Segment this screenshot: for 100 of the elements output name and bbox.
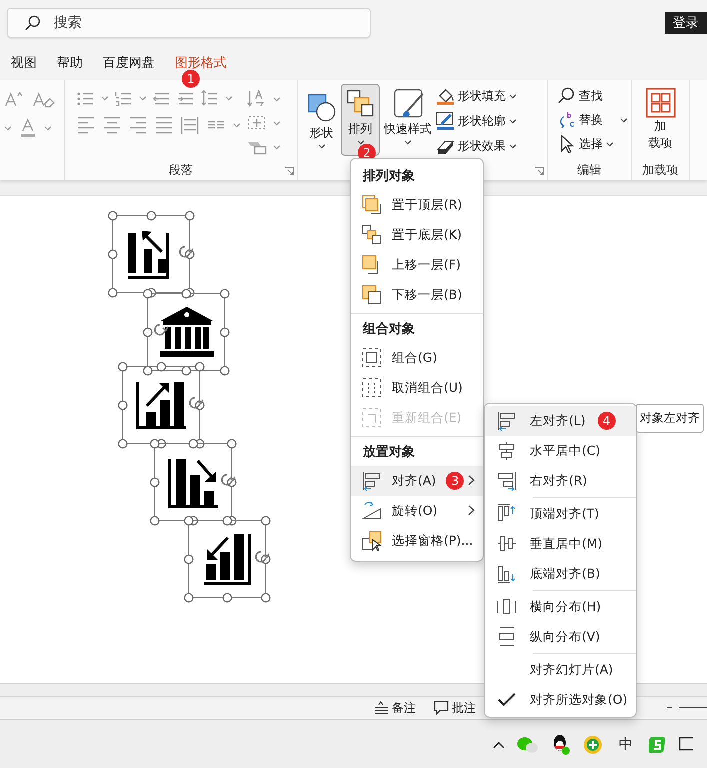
ribbon-button[interactable]: 形状效果: [436, 136, 517, 157]
s-logo-icon[interactable]: [649, 736, 667, 754]
caret-icon[interactable]: [225, 96, 233, 100]
menu-item[interactable]: 组合(G): [351, 343, 483, 373]
numbered-list-icon[interactable]: [115, 90, 133, 106]
menu-item[interactable]: 顶端对齐(T): [485, 499, 636, 529]
caret-icon[interactable]: [273, 144, 281, 150]
distributed-icon[interactable]: [181, 116, 199, 135]
caret-icon[interactable]: [139, 96, 147, 100]
bullet-list-icon[interactable]: [77, 90, 95, 106]
selection-frame[interactable]: [143, 289, 230, 376]
align-left-icon[interactable]: [77, 116, 95, 135]
menu-item[interactable]: 置于底层(K): [351, 220, 483, 250]
status-button[interactable]: 批注: [434, 700, 476, 716]
chat-bubbles-icon[interactable]: [517, 736, 539, 754]
caret-icon: [620, 118, 628, 122]
menu-section-header: 组合对象: [362, 321, 416, 339]
caret-icon: [509, 119, 517, 124]
align-center-icon[interactable]: [103, 116, 121, 135]
caret-icon: [356, 140, 364, 145]
menu-item[interactable]: 取消组合(U): [351, 373, 483, 403]
caret-icon[interactable]: [4, 126, 12, 130]
search-icon: [558, 87, 576, 105]
rotate-handle-icon[interactable]: [220, 473, 236, 487]
selection-pane-icon: [362, 531, 382, 551]
align-left-icon: [362, 471, 382, 491]
menu-item[interactable]: 横向分布(H): [485, 592, 636, 622]
align-right-icon[interactable]: [129, 116, 147, 135]
menu-tab[interactable]: 百度网盘: [96, 50, 162, 76]
search-icon: [25, 14, 41, 30]
menu-item[interactable]: 左对齐(L) 4: [485, 406, 636, 436]
ribbon-button[interactable]: 排列 2: [341, 84, 380, 156]
dialog-launcher-icon[interactable]: [285, 167, 294, 176]
selection-frame[interactable]: [118, 362, 205, 449]
step-badge: 1: [182, 70, 200, 88]
menu-item[interactable]: 右对齐(R): [485, 466, 636, 496]
input-method-indicator[interactable]: 中: [615, 736, 637, 754]
align-middle-icon: [497, 534, 517, 554]
menu-tab[interactable]: 视图: [4, 50, 44, 76]
monitor-icon[interactable]: [679, 736, 693, 754]
rotate-icon: [362, 501, 382, 521]
caret-icon[interactable]: [273, 120, 281, 126]
ribbon-button[interactable]: 形状: [302, 88, 341, 160]
scale-line-drawing: [667, 705, 707, 711]
ribbon-button[interactable]: 查找: [558, 86, 628, 106]
line-spacing-icon[interactable]: [201, 90, 219, 106]
plus-badge-icon[interactable]: [583, 734, 603, 754]
outline-icon: [436, 112, 455, 131]
rotate-handle-icon[interactable]: [188, 396, 204, 410]
caret-icon[interactable]: [233, 123, 241, 128]
rotate-handle-icon[interactable]: [178, 245, 194, 259]
menu-item[interactable]: 底端对齐(B): [485, 559, 636, 589]
distribute-vertical-icon: [497, 627, 517, 647]
shape-icon: [306, 92, 337, 123]
tooltip: 对象左对齐: [636, 404, 704, 433]
menu-item[interactable]: 旋转(O): [351, 496, 483, 526]
send-back-icon: [362, 225, 382, 245]
ribbon-button[interactable]: 形状填充: [436, 86, 517, 107]
text-direction-icon[interactable]: [247, 90, 267, 108]
penguin-icon[interactable]: [551, 734, 571, 756]
rotate-handle-icon[interactable]: [153, 323, 169, 337]
font-color-icon[interactable]: [18, 118, 38, 138]
caret-icon[interactable]: [273, 96, 281, 102]
caret-icon[interactable]: [44, 126, 52, 130]
menu-item[interactable]: 下移一层(B): [351, 280, 483, 310]
menu-item[interactable]: 上移一层(F): [351, 250, 483, 280]
status-button[interactable]: 备注: [374, 700, 416, 716]
menu-item[interactable]: 垂直居中(M): [485, 529, 636, 559]
rotate-handle-icon[interactable]: [254, 550, 270, 564]
justify-icon[interactable]: [155, 116, 173, 135]
menu-item[interactable]: 对齐(A) 3: [351, 466, 483, 496]
menu-item[interactable]: 纵向分布(V): [485, 622, 636, 652]
step-badge: 3: [446, 472, 464, 490]
add-ins-button[interactable]: 加 载项: [642, 84, 680, 156]
menu-item[interactable]: 选择窗格(P)...: [351, 526, 483, 556]
ribbon-button[interactable]: 替换: [558, 110, 628, 130]
search-field[interactable]: 搜索: [7, 8, 371, 38]
menu-item[interactable]: 置于顶层(R): [351, 190, 483, 220]
menu-item[interactable]: 水平居中(C): [485, 436, 636, 466]
clear-format-icon[interactable]: [32, 90, 56, 108]
ribbon-button[interactable]: 选择: [558, 134, 628, 154]
step-badge: 4: [598, 412, 616, 430]
align-bottom-icon: [497, 564, 517, 584]
comment-icon: [434, 701, 449, 715]
align-top-icon: [497, 504, 517, 524]
menu-item[interactable]: 对齐幻灯片(A): [485, 655, 636, 685]
caret-icon: [606, 142, 614, 146]
menu-tab[interactable]: 帮助: [50, 50, 90, 76]
ungroup-icon: [362, 378, 382, 398]
menu-item[interactable]: 对齐所选对象(O): [485, 685, 636, 715]
login-button[interactable]: 登录: [665, 12, 707, 34]
regroup-icon: [362, 408, 382, 428]
chevron-up-icon[interactable]: [493, 740, 505, 748]
caret-icon[interactable]: [101, 96, 109, 100]
replace-icon: [558, 111, 576, 129]
selection-frame[interactable]: [184, 516, 271, 603]
align-text-icon[interactable]: [247, 114, 267, 132]
ribbon-button[interactable]: 快速样式: [380, 84, 436, 156]
dialog-launcher-icon[interactable]: [535, 167, 544, 176]
ribbon-button[interactable]: 形状轮廓: [436, 111, 517, 132]
